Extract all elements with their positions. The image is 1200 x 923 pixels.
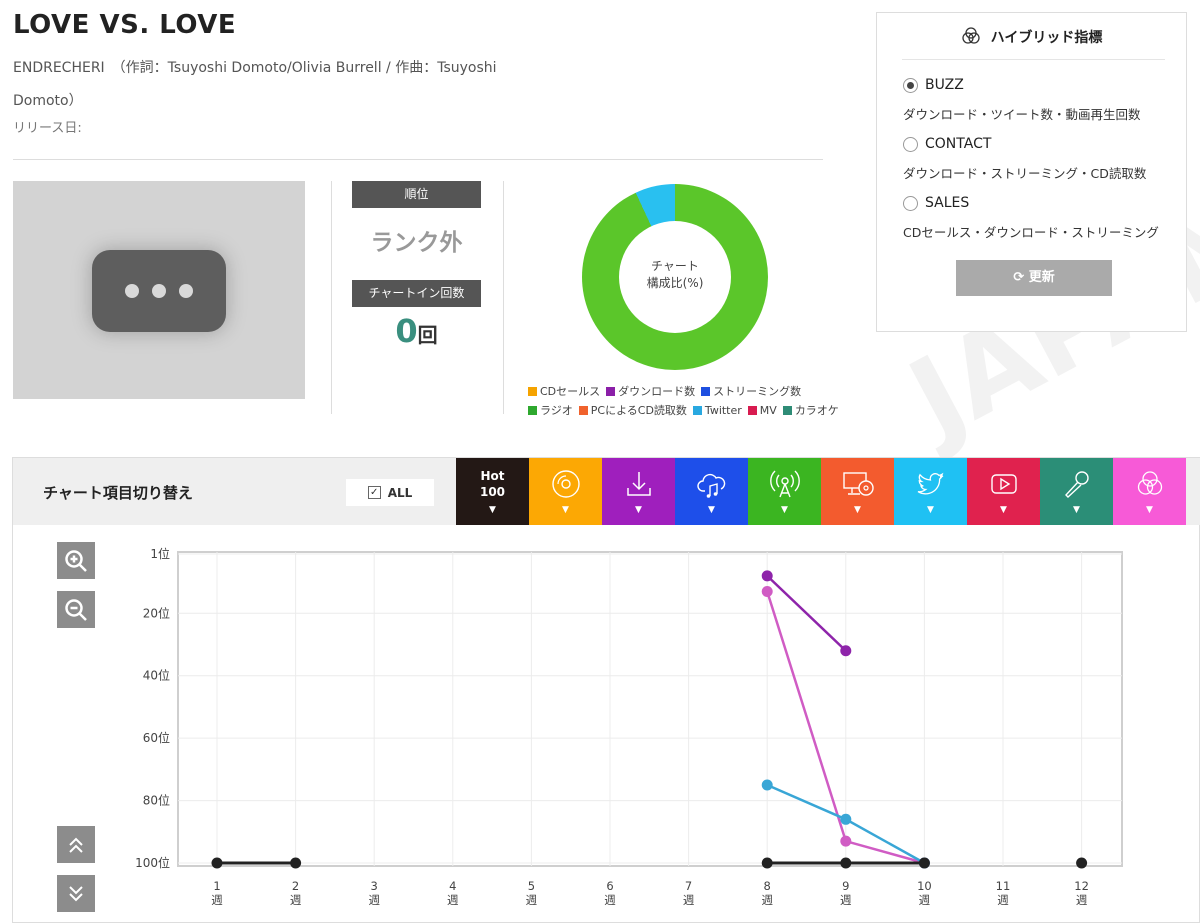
x-tick-label: 8 [764, 879, 771, 893]
rank-label: 順位 [352, 181, 481, 208]
legend-item: ラジオ [528, 402, 573, 418]
y-tick-label: 20位 [143, 605, 170, 620]
legend-swatch [701, 386, 711, 396]
rank-history-chart: 1位20位40位60位80位100位1週2週3週4週5週6週7週8週9週10週1… [135, 546, 1123, 907]
legend-swatch [578, 405, 588, 415]
legend-label: ラジオ [540, 404, 573, 417]
data-point [290, 857, 302, 869]
legend-item: Twitter [692, 402, 742, 418]
refresh-button[interactable]: ⟳ 更新 [956, 260, 1112, 296]
legend-label: MV [759, 403, 777, 417]
artwork-placeholder[interactable] [13, 181, 305, 399]
legend-label: ストリーミング数 [713, 385, 802, 398]
divider [503, 181, 504, 414]
hybrid-icon [961, 27, 980, 44]
data-point [761, 570, 773, 582]
data-point [918, 857, 930, 869]
data-point [761, 857, 773, 869]
legend-label: PCによるCD読取数 [590, 404, 687, 417]
data-point [761, 779, 773, 791]
legend-swatch [747, 405, 757, 415]
divider [331, 181, 332, 414]
x-tick-label: 7 [685, 879, 692, 893]
chart-in-label: チャートイン回数 [352, 280, 481, 307]
y-tick-label: 1位 [150, 546, 170, 561]
composition-legend: CDセールス ダウンロード数 ストリーミング数 [528, 383, 801, 399]
data-point [840, 835, 852, 847]
legend-label: CDセールス [540, 385, 601, 398]
data-point [1076, 857, 1088, 869]
release-date-label: リリース日: [13, 121, 82, 136]
legend-swatch [692, 405, 702, 415]
x-tick-unit: 週 [447, 893, 459, 907]
chart-in-count: 0回 [395, 312, 438, 350]
x-tick-unit: 週 [840, 893, 852, 907]
option-contact-desc: ダウンロード・ストリーミング・CD読取数 [903, 166, 1147, 181]
y-tick-label: 100位 [135, 855, 170, 870]
option-buzz[interactable]: BUZZ [903, 77, 964, 93]
legend-item: カラオケ [782, 402, 839, 418]
x-tick-unit: 週 [761, 893, 773, 907]
legend-label: カラオケ [794, 404, 839, 417]
x-tick-unit: 週 [368, 893, 380, 907]
data-point [211, 857, 223, 869]
radio-buzz[interactable] [903, 77, 918, 93]
x-tick-unit: 週 [997, 893, 1009, 907]
hybrid-index-panel: ハイブリッド指標 BUZZ ダウンロード・ツイート数・動画再生回数 CONTAC… [876, 12, 1187, 332]
data-point [840, 645, 852, 657]
refresh-icon: ⟳ [1013, 270, 1025, 285]
rank-value: ランク外 [370, 230, 463, 256]
x-tick-unit: 週 [1076, 893, 1088, 907]
x-tick-label: 9 [842, 879, 849, 893]
plot-frame [177, 551, 1123, 867]
y-tick-label: 60位 [143, 730, 170, 745]
legend-swatch [782, 405, 792, 415]
legend-item: ダウンロード数 [606, 383, 695, 399]
x-tick-label: 1 [213, 879, 220, 893]
x-tick-unit: 週 [604, 893, 616, 907]
option-contact[interactable]: CONTACT [903, 136, 991, 152]
radio-contact[interactable] [903, 136, 918, 152]
y-tick-label: 40位 [143, 668, 170, 683]
legend-swatch [606, 386, 616, 396]
option-buzz-desc: ダウンロード・ツイート数・動画再生回数 [903, 107, 1141, 122]
legend-label: ダウンロード数 [618, 385, 696, 398]
data-point [840, 813, 852, 825]
hybrid-title: ハイブリッド指標 [877, 26, 1186, 47]
legend-swatch [528, 405, 537, 415]
data-point [840, 857, 852, 869]
legend-label: Twitter [704, 403, 742, 417]
x-tick-label: 2 [292, 879, 299, 893]
legend-item: PCによるCD読取数 [578, 402, 687, 418]
x-tick-label: 6 [606, 879, 613, 893]
option-sales-desc: CDセールス・ダウンロード・ストリーミング [903, 225, 1159, 240]
x-tick-label: 4 [449, 879, 456, 893]
x-tick-unit: 週 [683, 893, 695, 907]
radio-sales[interactable] [903, 195, 918, 211]
x-tick-unit: 週 [919, 893, 931, 907]
song-credits: ENDRECHERI （作詞：Tsuyoshi Domoto/Olivia Bu… [13, 60, 497, 109]
data-point [761, 585, 773, 597]
legend-item: ストリーミング数 [701, 383, 801, 399]
legend-item: MV [747, 402, 777, 418]
legend-swatch [528, 386, 537, 396]
song-title: LOVE VS. LOVE [13, 10, 237, 40]
option-sales[interactable]: SALES [903, 195, 969, 211]
x-tick-label: 12 [1074, 879, 1089, 893]
more-horizontal-icon [92, 250, 226, 332]
header-divider [13, 159, 823, 160]
x-tick-unit: 週 [211, 893, 223, 907]
x-tick-label: 11 [996, 879, 1011, 893]
legend-item: CDセールス [528, 383, 600, 399]
donut-center-label: チャート 構成比(%) [646, 259, 704, 290]
x-tick-unit: 週 [526, 893, 538, 907]
x-tick-label: 3 [371, 879, 378, 893]
composition-legend: ラジオ PCによるCD読取数 Twitter MV カラオケ [528, 402, 839, 418]
x-tick-label: 10 [917, 879, 932, 893]
x-tick-unit: 週 [290, 893, 302, 907]
y-tick-label: 80位 [143, 793, 170, 808]
chart-panel: チャート項目切り替え ✓ ALL Hot 100 ▼ ▼ ▼ ▼ ▼ ▼ ▼ ▼… [12, 457, 1200, 923]
x-tick-label: 5 [528, 879, 535, 893]
